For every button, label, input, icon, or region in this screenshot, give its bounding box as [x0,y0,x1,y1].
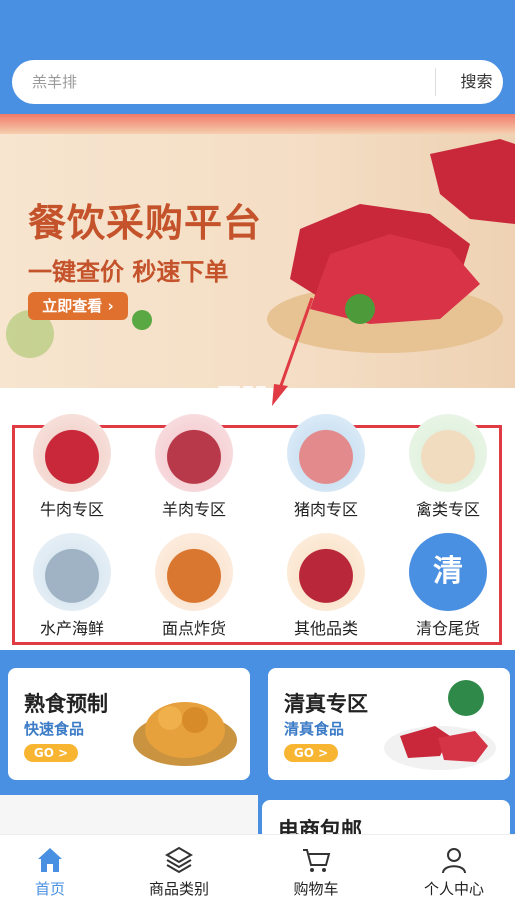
promo-title: 清真专区 [284,692,368,716]
banner-background: 餐饮采购平台 一键查价 秒速下单 立即查看 › [0,134,515,388]
promo-go-button[interactable]: GO > [24,744,78,762]
category-label: 清仓尾货 [415,619,480,638]
promo-banner[interactable]: 餐饮采购平台 一键查价 秒速下单 立即查看 › [0,114,515,388]
promo-subtitle: 清真食品 [284,720,345,738]
clearance-icon: 清 [409,533,487,611]
category-lamb[interactable]: 羊肉专区 [139,414,249,529]
other-meat-image [287,533,365,611]
search-button[interactable]: 搜索 [450,60,503,104]
banner-title: 餐饮采购平台 [28,201,263,245]
bottom-tab-bar: 首页 商品类别 购物车 个人中心 [0,834,515,901]
category-other[interactable]: 其他品类 [271,533,381,648]
pork-image [287,414,365,492]
banner-subtitle: 一键查价 秒速下单 [28,258,229,286]
home-icon [38,848,62,872]
search-input[interactable] [32,60,422,104]
carousel-indicator [218,374,269,388]
category-pork[interactable]: 猪肉专区 [271,414,381,529]
category-label: 其他品类 [293,619,358,638]
category-fried-snacks[interactable]: 面点炸货 [139,533,249,648]
banner-view-button[interactable]: 立即查看 › [28,292,128,320]
search-bar: 搜索 [12,60,503,104]
halal-meat-image [384,680,496,770]
promo-card-halal[interactable]: 清真专区 清真食品 GO > [268,668,510,780]
tab-home[interactable]: 首页 [0,835,114,901]
category-label: 羊肉专区 [161,500,226,519]
category-seafood[interactable]: 水产海鲜 [17,533,127,648]
category-label: 猪肉专区 [293,500,358,519]
promo-section-gap [0,795,258,835]
category-label: 禽类专区 [415,500,480,519]
tab-categories[interactable]: 商品类别 [115,835,243,901]
beef-image [33,414,111,492]
tab-profile[interactable]: 个人中心 [390,835,515,901]
fried-snacks-image [155,533,233,611]
tab-label: 商品类别 [148,880,209,898]
cart-icon [303,849,331,872]
category-label: 牛肉专区 [39,500,104,519]
category-clearance[interactable]: 清 清仓尾货 [393,533,503,648]
category-beef[interactable]: 牛肉专区 [17,414,127,529]
user-icon [442,848,466,874]
arrow-annotation-icon [272,297,314,406]
tab-label: 个人中心 [423,880,484,898]
layers-icon [165,846,193,874]
tab-cart[interactable]: 购物车 [252,835,380,901]
fried-food-image [133,702,237,766]
promo-title: 熟食预制 [24,692,108,716]
poultry-image [409,414,487,492]
category-poultry[interactable]: 禽类专区 [393,414,503,529]
category-label: 面点炸货 [161,619,226,638]
lamb-image [155,414,233,492]
promo-subtitle: 快速食品 [24,720,85,738]
promo-go-button[interactable]: GO > [284,744,338,762]
seafood-image [33,533,111,611]
tab-label: 首页 [34,880,65,898]
tab-label: 购物车 [293,880,339,898]
category-grid: 牛肉专区 羊肉专区 猪肉专区 禽类专区 水产海鲜 面点炸货 其他品类 清 清仓尾… [12,414,503,648]
category-label: 水产海鲜 [39,619,104,638]
promo-card-cooked[interactable]: 熟食预制 快速食品 GO > [8,668,250,780]
search-divider [435,68,436,96]
